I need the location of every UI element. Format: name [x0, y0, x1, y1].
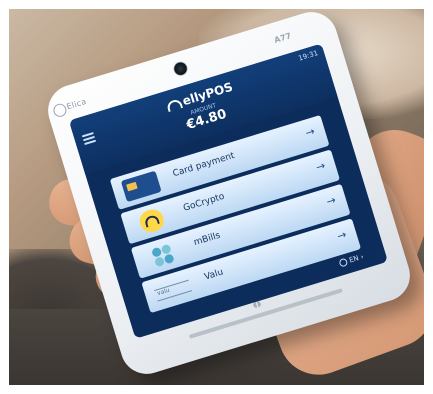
valu-icon: valu: [154, 279, 193, 302]
language-selector[interactable]: EN ›: [338, 253, 365, 268]
device-model: A77: [273, 31, 293, 45]
option-label: Valu: [203, 267, 225, 283]
camera-icon: [171, 59, 190, 78]
option-label: mBills: [192, 230, 222, 249]
screen: 19:31 ellyPOS AMOUNT €4.80 Card payment …: [68, 43, 388, 339]
device-logo-text: Elica: [65, 96, 88, 112]
card-icon: [120, 170, 162, 203]
photo: Elica A77 ◖◗ 19:31 ellyPOS AMOUNT €4.80: [9, 9, 424, 385]
arrow-right-icon: →: [324, 193, 338, 209]
gocrypto-icon: [137, 206, 167, 235]
device-logo: Elica: [51, 96, 88, 119]
arrow-right-icon: →: [335, 227, 349, 243]
option-label: Card payment: [171, 151, 236, 180]
language-label: EN: [348, 254, 360, 265]
option-label: GoCrypto: [182, 191, 226, 214]
mbills-icon: [142, 239, 183, 271]
ellypos-logo-icon: [165, 97, 183, 112]
arrow-right-icon: →: [303, 124, 317, 140]
arrow-right-icon: →: [314, 158, 327, 175]
globe-icon: [338, 257, 349, 268]
